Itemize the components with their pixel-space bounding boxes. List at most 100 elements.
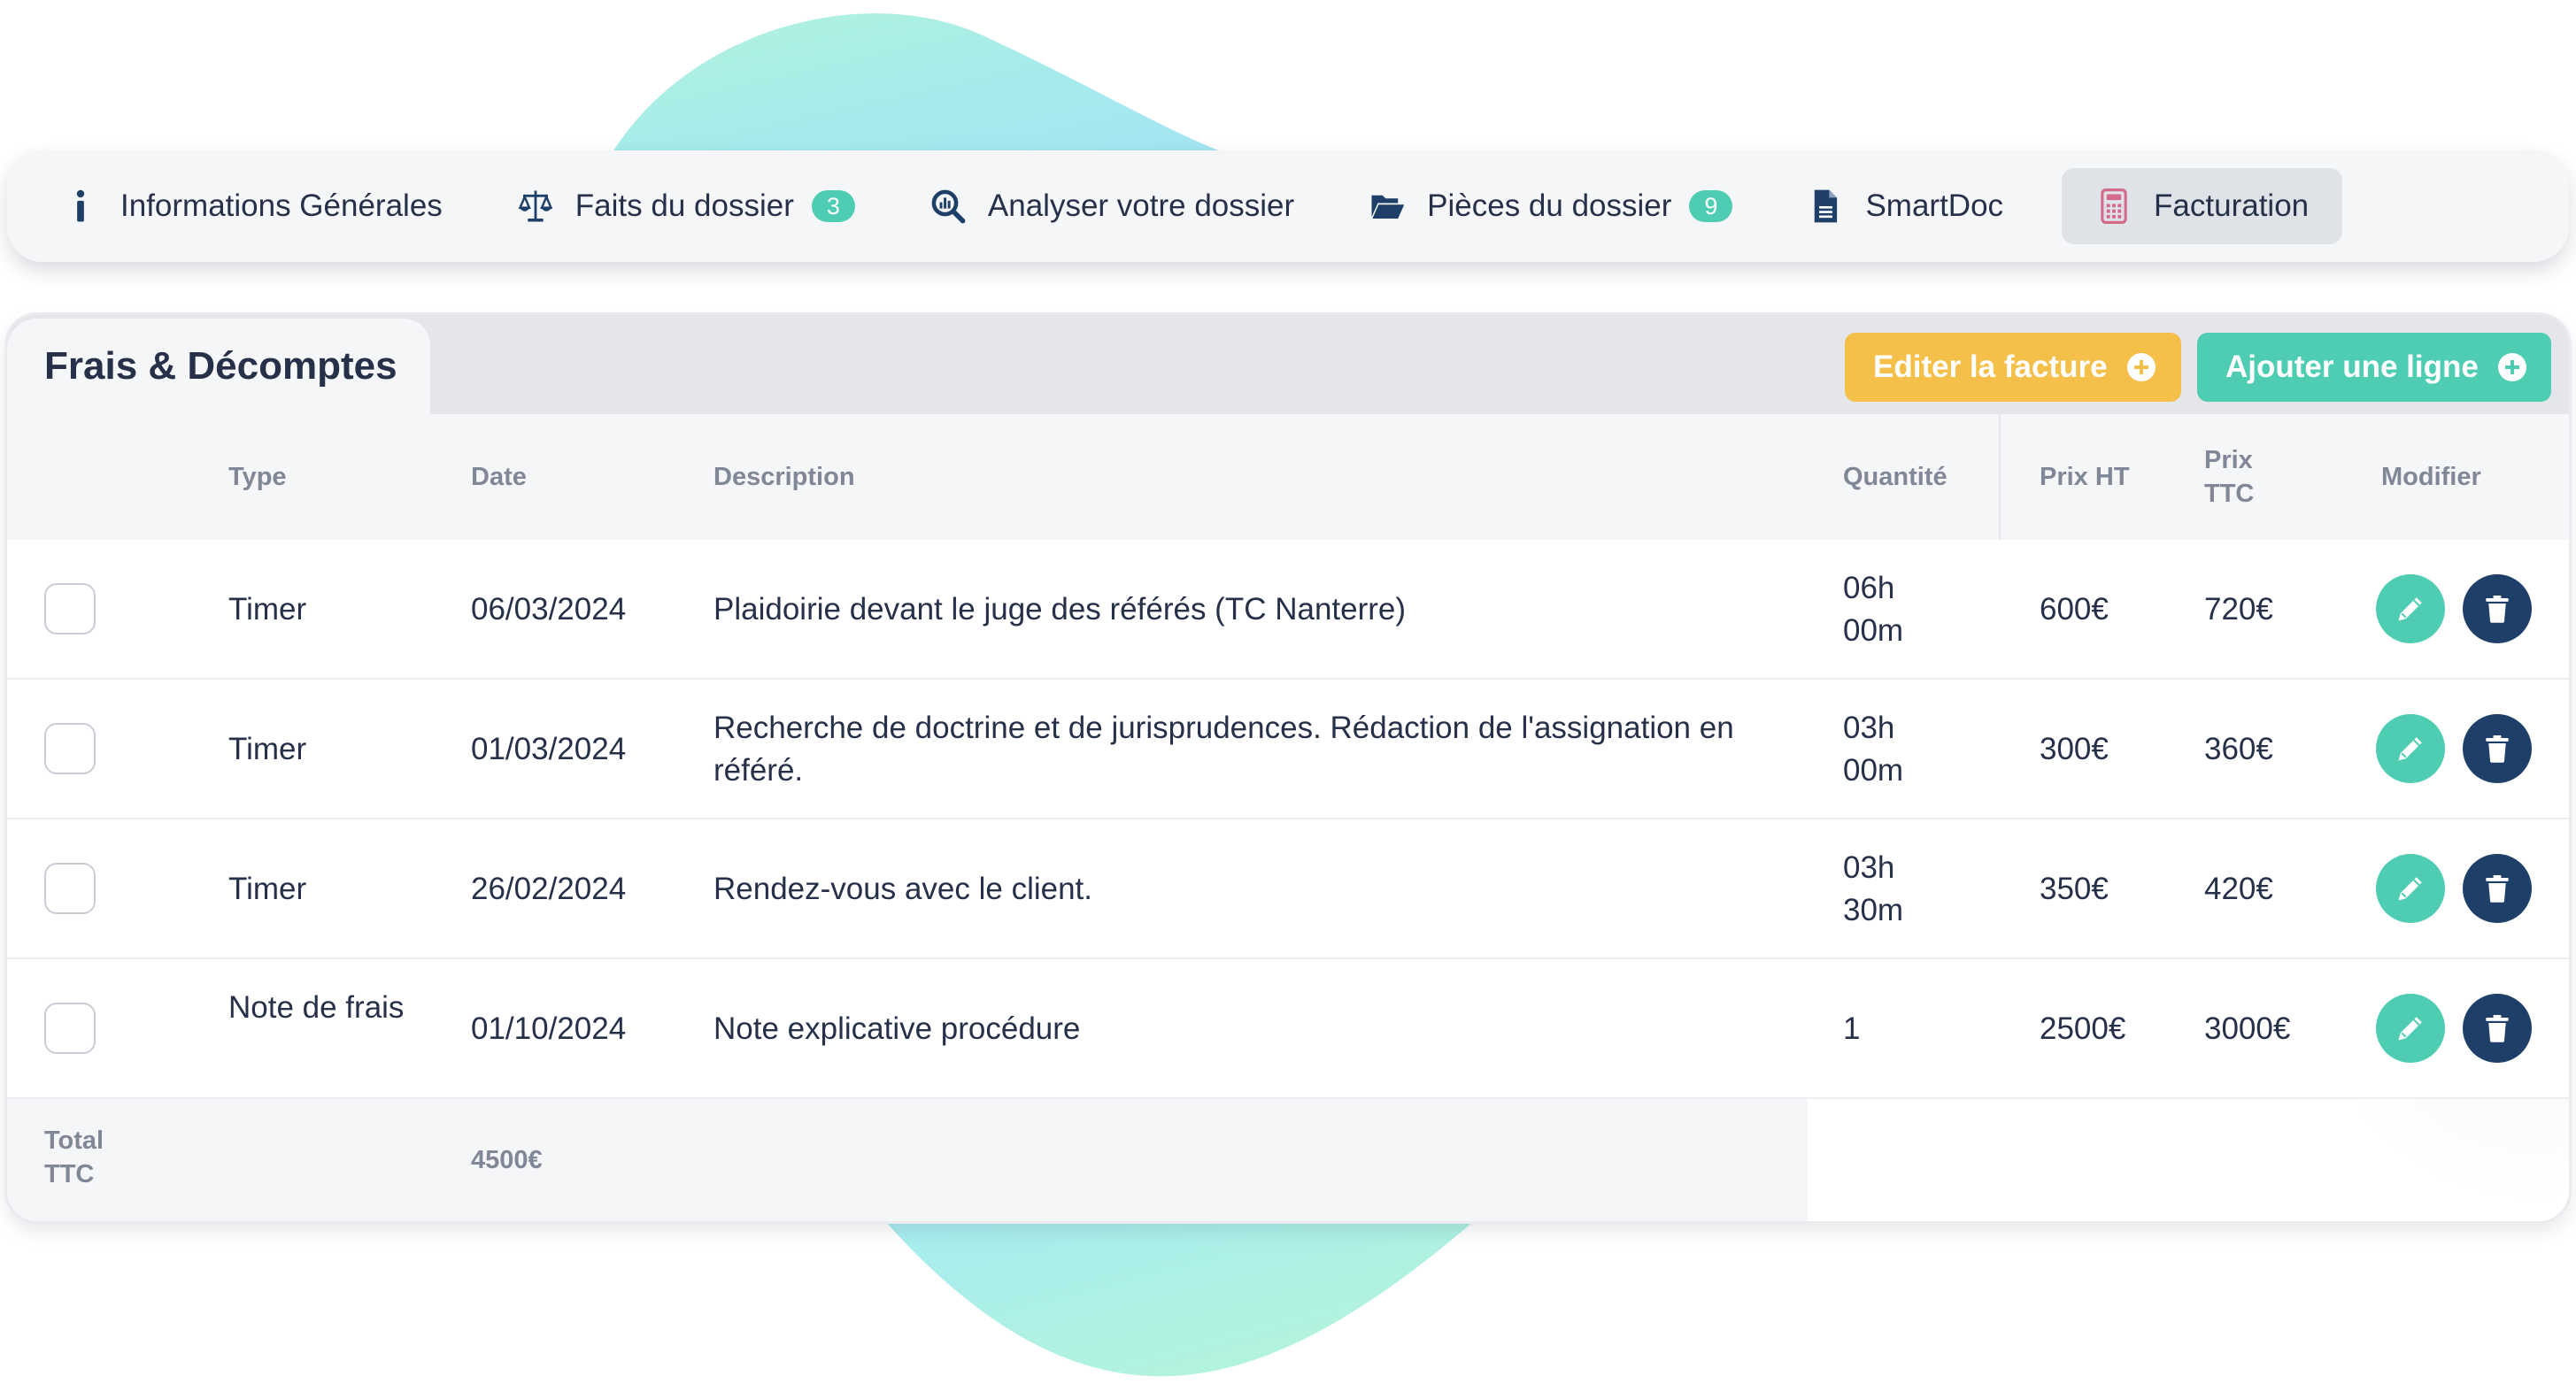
trash-icon bbox=[2486, 596, 2509, 623]
tab-informations-generales[interactable]: Informations Générales bbox=[46, 168, 459, 244]
total-label-line2: TTC bbox=[44, 1160, 95, 1188]
header-price-ttc-line2: TTC bbox=[2204, 480, 2255, 508]
delete-row-button[interactable] bbox=[2463, 854, 2532, 923]
calculator-icon bbox=[2101, 188, 2127, 224]
header-modify: Modifier bbox=[2381, 463, 2481, 491]
table-row: Timer 01/03/2024 Recherche de doctrine e… bbox=[7, 680, 2569, 819]
row-checkbox[interactable] bbox=[44, 723, 96, 774]
table-row: Timer 06/03/2024 Plaidoirie devant le ju… bbox=[7, 540, 2569, 680]
cell-type: Note de frais bbox=[228, 990, 405, 1025]
folder-open-icon bbox=[1371, 195, 1405, 219]
delete-row-button[interactable] bbox=[2463, 574, 2532, 643]
trash-icon bbox=[2486, 1015, 2509, 1042]
cell-price-ht: 600€ bbox=[2040, 592, 2109, 627]
count-badge: 3 bbox=[811, 190, 855, 222]
button-label: Ajouter une ligne bbox=[2225, 350, 2479, 384]
cell-quantity: 03h 30m bbox=[1843, 847, 1903, 932]
delete-row-button[interactable] bbox=[2463, 994, 2532, 1063]
tab-facturation[interactable]: Facturation bbox=[2062, 168, 2343, 244]
cell-description: Note explicative procédure bbox=[713, 1011, 1081, 1046]
cell-type: Timer bbox=[228, 732, 307, 766]
card-title: Frais & Décomptes bbox=[7, 319, 430, 414]
header-price-ttc: Prix TTC bbox=[2204, 443, 2254, 511]
table-header: Type Date Description Quantité Prix HT P… bbox=[7, 414, 2569, 540]
tab-label: Analyser votre dossier bbox=[987, 188, 1295, 223]
pencil-icon bbox=[2398, 597, 2422, 621]
scale-icon bbox=[518, 190, 553, 222]
cell-price-ttc: 420€ bbox=[2204, 872, 2273, 906]
edit-row-button[interactable] bbox=[2376, 714, 2445, 783]
cell-type: Timer bbox=[228, 872, 307, 906]
edit-row-button[interactable] bbox=[2376, 854, 2445, 923]
fees-card: Frais & Décomptes Editer la facture Ajou… bbox=[7, 315, 2569, 1221]
total-row: Total TTC 4500€ bbox=[7, 1099, 1808, 1221]
edit-invoice-button[interactable]: Editer la facture bbox=[1845, 333, 2181, 402]
pencil-icon bbox=[2398, 877, 2422, 901]
cell-date: 26/02/2024 bbox=[471, 872, 627, 906]
cell-date: 01/03/2024 bbox=[471, 732, 627, 766]
cell-description: Plaidoirie devant le juge des référés (T… bbox=[713, 592, 1407, 627]
header-date: Date bbox=[471, 463, 527, 491]
search-analytics-icon bbox=[931, 189, 966, 224]
cell-price-ht: 300€ bbox=[2040, 732, 2109, 766]
edit-row-button[interactable] bbox=[2376, 574, 2445, 643]
cell-description: Recherche de doctrine et de jurisprudenc… bbox=[713, 711, 1734, 788]
header-description: Description bbox=[713, 463, 855, 491]
edit-row-button[interactable] bbox=[2376, 994, 2445, 1063]
plus-circle-icon bbox=[2126, 353, 2156, 381]
column-divider bbox=[1999, 414, 2001, 540]
table-row: Note de frais 01/10/2024 Note explicativ… bbox=[7, 959, 2569, 1099]
tab-label: Faits du dossier bbox=[575, 188, 794, 223]
quantity-value: 1 bbox=[1843, 1011, 1861, 1046]
quantity-minutes: 30m bbox=[1843, 893, 1904, 927]
button-label: Editer la facture bbox=[1873, 350, 2108, 384]
tab-label: SmartDoc bbox=[1865, 188, 2004, 223]
quantity-minutes: 00m bbox=[1843, 753, 1904, 788]
trash-icon bbox=[2486, 735, 2509, 763]
total-label: Total TTC bbox=[44, 1124, 104, 1191]
cell-description: Rendez-vous avec le client. bbox=[713, 872, 1092, 906]
quantity-hours: 03h bbox=[1843, 850, 1895, 885]
cell-price-ttc: 360€ bbox=[2204, 732, 2273, 766]
document-icon bbox=[1815, 189, 1838, 223]
cell-quantity: 06h 00m bbox=[1843, 567, 1903, 652]
header-price-ttc-line1: Prix bbox=[2204, 446, 2253, 474]
pencil-icon bbox=[2398, 737, 2422, 761]
tab-bar: Informations Générales Faits du dossier … bbox=[7, 150, 2569, 262]
cell-date: 06/03/2024 bbox=[471, 592, 627, 627]
table-row: Timer 26/02/2024 Rendez-vous avec le cli… bbox=[7, 819, 2569, 959]
row-checkbox[interactable] bbox=[44, 863, 96, 914]
tab-label: Pièces du dossier bbox=[1427, 188, 1672, 223]
info-icon bbox=[76, 189, 85, 222]
row-checkbox[interactable] bbox=[44, 1003, 96, 1054]
cell-quantity: 1 bbox=[1843, 1008, 1860, 1050]
trash-icon bbox=[2486, 875, 2509, 903]
cell-price-ht: 350€ bbox=[2040, 872, 2109, 906]
cell-quantity: 03h 00m bbox=[1843, 707, 1903, 792]
tab-analyser-votre-dossier[interactable]: Analyser votre dossier bbox=[914, 168, 1310, 244]
cell-price-ht: 2500€ bbox=[2040, 1011, 2126, 1046]
delete-row-button[interactable] bbox=[2463, 714, 2532, 783]
cell-type: Timer bbox=[228, 592, 307, 627]
quantity-minutes: 00m bbox=[1843, 613, 1904, 648]
tab-smartdoc[interactable]: SmartDoc bbox=[1791, 168, 2019, 244]
tab-label: Informations Générales bbox=[120, 188, 443, 223]
tab-faits-du-dossier[interactable]: Faits du dossier 3 bbox=[501, 168, 871, 244]
header-price-ht: Prix HT bbox=[2040, 463, 2130, 491]
total-value: 4500€ bbox=[471, 1146, 543, 1174]
row-checkbox[interactable] bbox=[44, 583, 96, 634]
header-type: Type bbox=[228, 463, 287, 491]
cell-date: 01/10/2024 bbox=[471, 1011, 627, 1046]
tab-label: Facturation bbox=[2154, 188, 2310, 223]
cell-price-ttc: 3000€ bbox=[2204, 1011, 2291, 1046]
quantity-hours: 03h bbox=[1843, 711, 1895, 745]
plus-circle-icon bbox=[2497, 353, 2526, 381]
cell-price-ttc: 720€ bbox=[2204, 592, 2273, 627]
add-line-button[interactable]: Ajouter une ligne bbox=[2197, 333, 2551, 402]
pencil-icon bbox=[2398, 1017, 2422, 1041]
tab-pieces-du-dossier[interactable]: Pièces du dossier 9 bbox=[1353, 168, 1748, 244]
quantity-hours: 06h bbox=[1843, 571, 1895, 605]
count-badge: 9 bbox=[1689, 190, 1733, 222]
total-label-line1: Total bbox=[44, 1126, 104, 1155]
header-quantity: Quantité bbox=[1843, 463, 1947, 491]
